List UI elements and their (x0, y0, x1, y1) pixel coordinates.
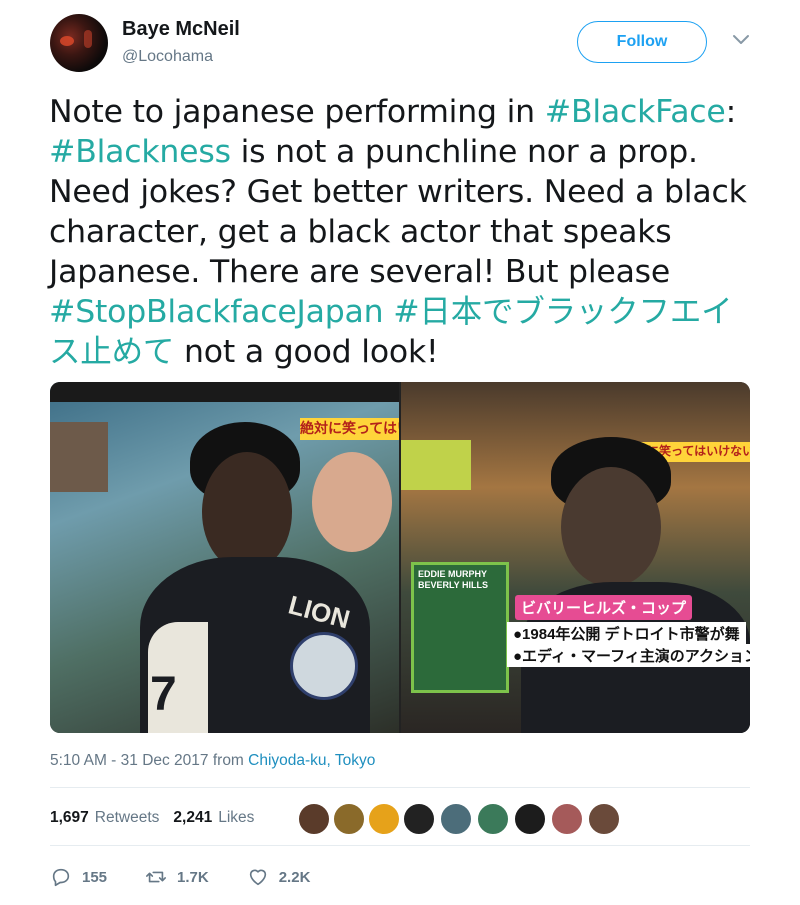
tweet-timestamp: 5:10 AM - 31 Dec 2017 from Chiyoda-ku, T… (50, 752, 375, 770)
liker-avatar[interactable] (403, 803, 435, 835)
like-action-count: 2.2K (278, 868, 311, 886)
liker-avatar[interactable] (514, 803, 546, 835)
retweet-icon (146, 871, 167, 883)
tweet-text-segment: Need jokes? Get better writers. Need a b… (49, 174, 747, 210)
tweet-line: #Blackness is not a punchline nor a prop… (49, 132, 764, 172)
tweet-line: ス止めて not a good look! (49, 332, 764, 372)
hashtag-link[interactable]: ス止めて (49, 334, 174, 370)
tweet-actions: 155 1.7K 2.2K (50, 866, 348, 888)
chevron-down-icon[interactable] (732, 34, 750, 46)
retweet-label[interactable]: Retweets (95, 809, 160, 827)
hashtag-link[interactable]: #日本でブラックフエイ (393, 294, 732, 330)
tweet-text: Note to japanese performing in #BlackFac… (49, 92, 764, 372)
hashtag-link[interactable]: #Blackness (49, 134, 231, 170)
liker-avatar[interactable] (477, 803, 509, 835)
tweet-line: Japanese. There are several! But please (49, 252, 764, 292)
caption-line: ●エディ・マーフィ主演のアクション映 (507, 644, 750, 667)
retweet-button[interactable]: 1.7K (145, 866, 209, 888)
tweet-line: character, get a black actor that speaks (49, 212, 764, 252)
inset-thumbnail (50, 422, 108, 492)
liker-avatar[interactable] (333, 803, 365, 835)
like-label[interactable]: Likes (218, 809, 254, 827)
tv-frame (50, 382, 399, 402)
caption-title: ビバリーヒルズ・コップ (515, 595, 693, 620)
tweet-text-segment: character, get a black actor that speaks (49, 214, 672, 250)
like-button[interactable]: 2.2K (247, 866, 311, 888)
tweet-text-segment: not a good look! (174, 334, 439, 370)
follow-button[interactable]: Follow (577, 21, 707, 63)
divider (50, 787, 750, 788)
background-person (312, 452, 392, 552)
retweet-count[interactable]: 1,697 (50, 809, 89, 827)
caption-line: ●1984年公開 デトロイト市警が舞 (507, 622, 746, 645)
author-avatar[interactable] (50, 14, 108, 72)
media-photo-right[interactable]: 絶対に笑ってはいけない EDDIE MURPHY BEVERLY HILLS ビ… (401, 382, 750, 733)
liker-avatar[interactable] (588, 803, 620, 835)
tweet-line: Need jokes? Get better writers. Need a b… (49, 172, 764, 212)
author-handle[interactable]: @Locohama (122, 48, 213, 66)
poster-title: EDDIE MURPHY BEVERLY HILLS (418, 569, 489, 590)
avatar-light (84, 30, 92, 48)
tweet-text-segment: Note to japanese performing in (49, 94, 545, 130)
tweet-media[interactable]: 絶対に笑ってはい 7 LION 絶対に笑ってはいけない EDDIE MURPHY… (50, 382, 750, 733)
tweet-text-segment (383, 294, 393, 330)
tweet-text-segment: Japanese. There are several! But please (49, 254, 671, 290)
hashtag-link[interactable]: #StopBlackfaceJapan (49, 294, 384, 330)
timestamp-text[interactable]: 5:10 AM - 31 Dec 2017 from (50, 752, 248, 769)
avatar-light (60, 36, 74, 46)
engagement-stats: 1,697 Retweets 2,241 Likes (50, 809, 254, 827)
reply-button[interactable]: 155 (50, 866, 107, 888)
retweet-action-count: 1.7K (177, 868, 209, 886)
heart-icon (249, 869, 266, 886)
jersey-patch (290, 632, 358, 700)
media-photo-left[interactable]: 絶対に笑ってはい 7 LION (50, 382, 399, 733)
like-count[interactable]: 2,241 (173, 809, 212, 827)
liker-avatar[interactable] (440, 803, 472, 835)
liker-avatar[interactable] (368, 803, 400, 835)
location-link[interactable]: Chiyoda-ku, Tokyo (248, 752, 375, 769)
face (202, 452, 292, 572)
liker-avatar[interactable] (298, 803, 330, 835)
face (561, 467, 661, 587)
show-title-overlay: 絶対に笑ってはい (300, 418, 399, 440)
tweet-line: Note to japanese performing in #BlackFac… (49, 92, 764, 132)
divider (50, 845, 750, 846)
reply-icon (52, 868, 70, 887)
inset-thumbnail (401, 440, 471, 490)
jersey-number: 7 (150, 668, 177, 721)
author-name[interactable]: Baye McNeil (122, 18, 240, 41)
reply-count: 155 (82, 868, 108, 886)
hashtag-link[interactable]: #BlackFace (545, 94, 726, 130)
tweet-text-segment: is not a punchline nor a prop. (230, 134, 698, 170)
tweet-text-segment: : (725, 94, 737, 130)
tweet-line: #StopBlackfaceJapan #日本でブラックフエイ (49, 292, 764, 332)
movie-poster: EDDIE MURPHY BEVERLY HILLS (411, 562, 509, 693)
liker-avatar[interactable] (551, 803, 583, 835)
